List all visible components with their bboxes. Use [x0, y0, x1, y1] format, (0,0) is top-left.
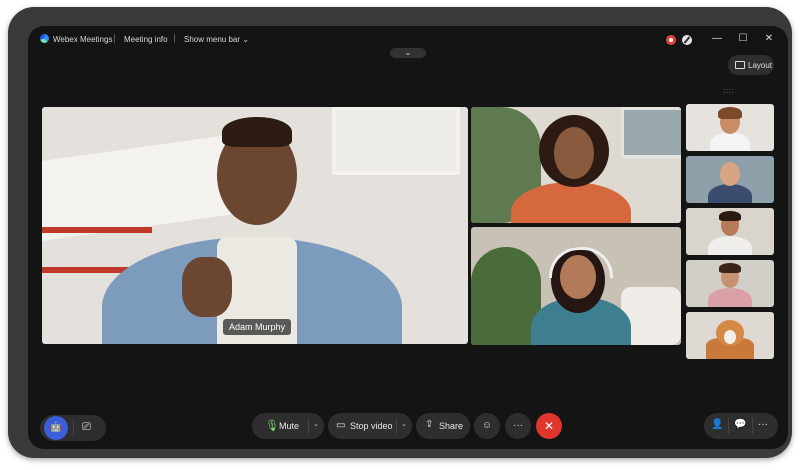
chat-icon[interactable]: 💬	[734, 419, 746, 430]
more-panels-button[interactable]: ···	[758, 419, 768, 430]
video-camera-icon: ▭	[336, 420, 346, 431]
reactions-button[interactable]: ☺	[474, 413, 500, 439]
filmstrip-tile-1[interactable]	[686, 104, 774, 151]
network-health-icon[interactable]	[682, 35, 692, 45]
tablet-frame: Webex Meetings Meeting info Show menu ba…	[8, 7, 792, 458]
participants-icon[interactable]: 👤	[711, 419, 723, 430]
meeting-info-link[interactable]: Meeting info	[124, 35, 168, 44]
recording-indicator-icon[interactable]	[666, 35, 676, 45]
share-label: Share	[439, 421, 464, 431]
video-tile-3[interactable]	[471, 227, 681, 345]
filmstrip-tile-5[interactable]	[686, 312, 774, 359]
mute-button[interactable]: 🎙 Mute ⌄	[252, 413, 324, 439]
ai-assistant-icon[interactable]: 🤖	[44, 416, 68, 440]
mute-options-chevron-icon[interactable]: ⌄	[313, 420, 319, 428]
left-tools-group: 🤖 ⎚	[40, 415, 106, 441]
collapse-handle-button[interactable]: ⌄	[390, 48, 426, 58]
video-options-chevron-icon[interactable]: ⌄	[401, 420, 407, 428]
share-icon: ⇪	[425, 419, 434, 430]
layout-label: Layout	[748, 61, 773, 70]
filmstrip-drag-handle[interactable]: ::::	[723, 88, 739, 95]
mute-label: Mute	[279, 421, 300, 431]
layout-icon	[735, 61, 745, 69]
smiley-icon: ☺	[481, 420, 493, 431]
window	[621, 107, 681, 158]
main-video-tile[interactable]: Adam Murphy	[42, 107, 468, 344]
share-button[interactable]: ⇪ Share	[416, 413, 470, 439]
app-name: Webex Meetings	[53, 35, 113, 44]
maximize-button[interactable]: ☐	[736, 32, 750, 46]
captions-icon[interactable]: ⎚	[82, 421, 91, 434]
filmstrip-tile-3[interactable]	[686, 208, 774, 255]
drafting-table	[42, 132, 242, 242]
video-tile-2[interactable]	[471, 107, 681, 223]
show-menu-bar-button[interactable]: Show menu bar ⌄	[184, 35, 249, 44]
minimize-button[interactable]: —	[710, 32, 724, 46]
filmstrip-tile-4[interactable]	[686, 260, 774, 307]
more-options-button[interactable]: ···	[505, 413, 531, 439]
stop-video-button[interactable]: ▭ Stop video ⌄	[328, 413, 412, 439]
chevron-down-icon: ⌄	[242, 35, 249, 44]
participant-name-tag: Adam Murphy	[223, 319, 292, 335]
webex-window: Webex Meetings Meeting info Show menu ba…	[28, 26, 788, 449]
microphone-icon: 🎙	[265, 420, 279, 432]
right-tools-group: 👤 💬 ···	[704, 413, 778, 439]
stop-video-label: Stop video	[350, 421, 393, 431]
wall-frame	[332, 107, 460, 175]
close-window-button[interactable]: ✕	[762, 32, 776, 46]
webex-logo-icon	[40, 34, 49, 43]
end-call-button[interactable]: ✕	[536, 413, 562, 439]
layout-button[interactable]: Layout	[728, 55, 774, 75]
filmstrip-tile-2[interactable]	[686, 156, 774, 203]
